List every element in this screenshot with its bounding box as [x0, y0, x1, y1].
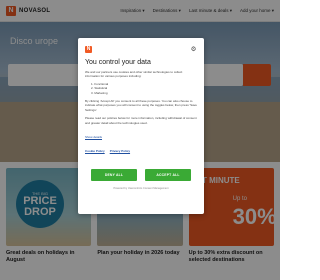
deny-all-button[interactable]: DENY ALL [91, 169, 137, 182]
accept-all-button[interactable]: ACCEPT ALL [145, 169, 191, 182]
powered-by-text: Powered by Usercentrics Consent Manageme… [113, 187, 169, 191]
consent-header: N ⚙ [85, 44, 197, 54]
show-details-link[interactable]: Show details [85, 135, 102, 139]
consent-brand-logo: N [85, 45, 92, 53]
consent-title: You control your data [85, 59, 151, 66]
cookie-policy-link[interactable]: Cookie Policy [85, 149, 105, 153]
cookie-consent-dialog: N ⚙ You control your data We and our par… [78, 38, 204, 214]
consent-explain-text: By clicking 'Accept All' you consent to … [85, 99, 197, 112]
purpose-marketing: 3. Marketing [91, 90, 108, 95]
consent-purpose-list: 1. Functional 2. Statistical 3. Marketin… [91, 82, 197, 95]
privacy-policy-link[interactable]: Privacy Policy [110, 149, 130, 153]
gear-icon[interactable]: ⚙ [190, 46, 197, 53]
consent-buttons: DENY ALL ACCEPT ALL [85, 169, 197, 182]
consent-intro-text: We and our partners use cookies and othe… [85, 70, 183, 79]
policy-links: Cookie Policy Privacy Policy [85, 149, 197, 153]
consent-more-info-text: Please read our policies below for more … [85, 116, 197, 125]
